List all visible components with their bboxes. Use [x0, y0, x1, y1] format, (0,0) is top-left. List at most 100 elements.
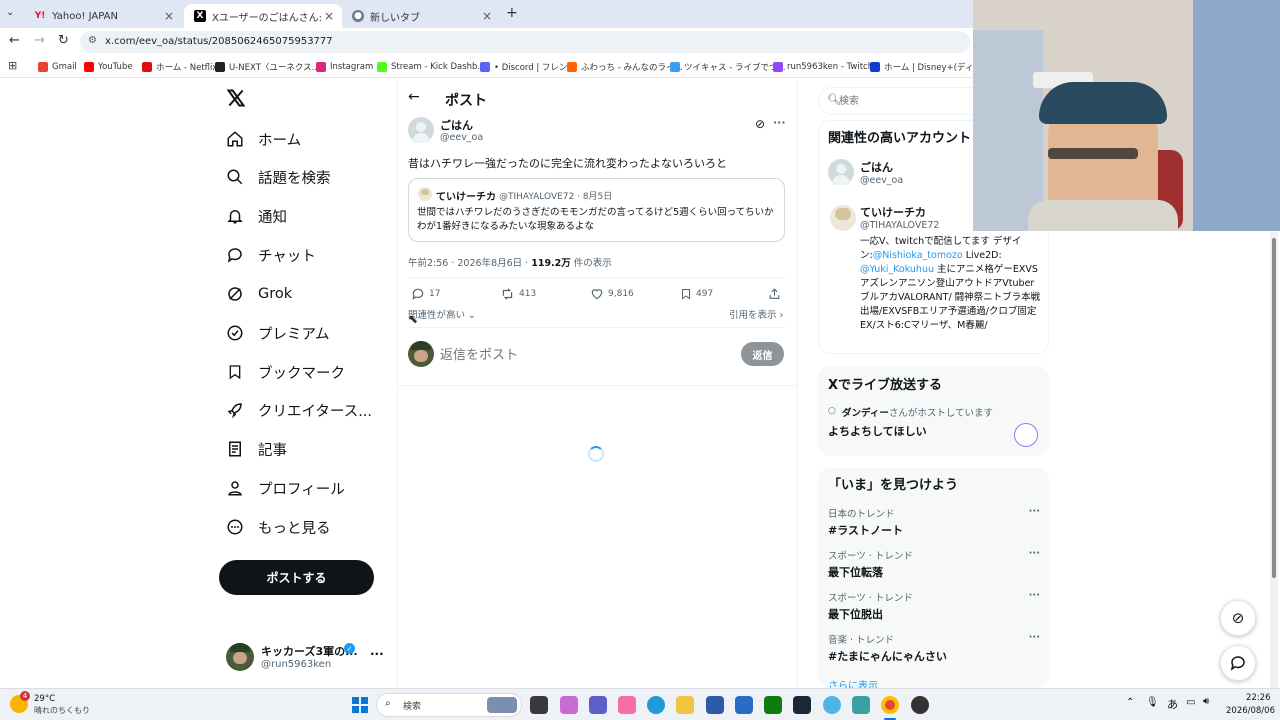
bio-mention-link[interactable]: @Nishioka_tomozo — [873, 250, 963, 261]
nav-item-7[interactable]: クリエイタース... — [224, 394, 372, 426]
app-icon[interactable] — [618, 696, 636, 714]
app-icon[interactable] — [852, 696, 870, 714]
sort-dropdown[interactable]: 関連性が高い ⌄ — [408, 307, 476, 321]
ime-indicator[interactable]: あ — [1167, 696, 1178, 712]
clock-date[interactable]: 2026/08/06 — [1226, 706, 1275, 716]
nav-item-9[interactable]: プロフィール — [224, 472, 345, 504]
microphone-icon[interactable]: 🎙︎ — [1146, 697, 1159, 708]
live-space-title[interactable]: よちよちしてほしい — [828, 423, 927, 439]
host-name[interactable]: ダンディー — [842, 408, 889, 419]
bookmark-item[interactable]: run5963ken - Twitch — [773, 60, 873, 74]
obs-icon[interactable] — [911, 696, 929, 714]
bookmark-item[interactable]: ホーム | Disney+(ディ... — [870, 60, 981, 74]
nav-item-3[interactable]: チャット — [224, 239, 316, 271]
scrollbar-thumb[interactable] — [1272, 238, 1276, 578]
reload-icon[interactable]: ↻ — [58, 33, 69, 48]
tab-new-tab[interactable]: ● 新しいタブ × — [342, 4, 500, 28]
steam-icon[interactable] — [793, 696, 811, 714]
tray-chevron-icon[interactable]: ⌃ — [1126, 697, 1134, 708]
teams-icon[interactable] — [589, 696, 607, 714]
clock-time[interactable]: 22:26 — [1246, 693, 1271, 703]
more-dots-icon[interactable]: ··· — [370, 647, 384, 661]
author-handle[interactable]: @eev_oa — [440, 132, 483, 143]
volume-icon[interactable]: 🔊︎ — [1203, 696, 1209, 707]
x-logo-icon[interactable] — [226, 88, 248, 110]
more-dots-icon[interactable]: ··· — [1029, 548, 1040, 559]
chat-float-button[interactable] — [1220, 645, 1256, 681]
nav-item-8[interactable]: 記事 — [224, 433, 287, 465]
more-dots-icon[interactable]: ··· — [1029, 506, 1040, 517]
tab-yahoo[interactable]: Y! Yahoo! JAPAN × — [24, 4, 182, 28]
app-icon[interactable] — [735, 696, 753, 714]
bookmark-item[interactable]: Gmail — [38, 60, 77, 74]
new-tab-button[interactable]: + — [506, 5, 518, 21]
close-icon[interactable]: × — [164, 9, 174, 23]
reply-input[interactable] — [440, 345, 730, 365]
account-switcher[interactable]: キッカーズ3軍の... ✓ @run5963ken ··· — [226, 641, 396, 675]
nav-item-6[interactable]: ブックマーク — [224, 356, 345, 388]
like-button[interactable]: 9,816 — [590, 287, 634, 301]
xbox-icon[interactable] — [764, 696, 782, 714]
bookmark-item[interactable]: U-NEXT〈ユーネクス... — [215, 60, 320, 74]
share-button[interactable] — [768, 287, 785, 301]
bookmark-item[interactable]: • Discord | フレンド — [480, 60, 576, 74]
bookmark-item[interactable]: ふわっち - みんなのライ... — [567, 60, 683, 74]
bookmark-item[interactable]: ツイキャス - ライブでつ... — [670, 60, 786, 74]
more-dots-icon[interactable]: ··· — [773, 116, 786, 129]
address-bar[interactable]: ⚙ x.com/eev_oa/status/208506246507595377… — [80, 31, 970, 53]
trend-item[interactable]: 音楽 · トレンド #たまにゃんにゃんさい ··· — [828, 632, 1040, 668]
quoted-post[interactable]: ていけーチカ @TIHAYALOVE72 · 8月5日 世間ではハチワレだのうさ… — [408, 178, 785, 242]
taskbar-search[interactable]: ⌕ 検索 — [376, 693, 522, 717]
store-icon[interactable] — [706, 696, 724, 714]
search-input[interactable] — [839, 93, 989, 109]
bookmark-item[interactable]: Instagram — [316, 60, 373, 74]
avatar[interactable] — [828, 159, 854, 185]
copilot-icon[interactable] — [560, 696, 578, 714]
nav-item-1[interactable]: 話題を検索 — [224, 161, 331, 193]
trend-item[interactable]: スポーツ · トレンド 最下位脱出 ··· — [828, 590, 1040, 626]
back-arrow-icon[interactable]: ← — [408, 89, 420, 105]
reply-button[interactable]: 返信 — [741, 342, 784, 366]
nav-item-0[interactable]: ホーム — [224, 123, 301, 155]
related-account-name[interactable]: ごはん — [860, 159, 893, 175]
more-dots-icon[interactable]: ··· — [1029, 590, 1040, 601]
app-icon[interactable] — [823, 696, 841, 714]
nav-item-5[interactable]: プレミアム — [224, 317, 330, 349]
nav-item-2[interactable]: 通知 — [224, 200, 287, 232]
trend-item[interactable]: 日本のトレンド #ラストノート ··· — [828, 506, 1040, 542]
task-view-icon[interactable] — [530, 696, 548, 714]
repost-button[interactable]: 413 — [500, 287, 536, 301]
view-quotes-link[interactable]: 引用を表示 › — [729, 307, 783, 321]
bookmark-button[interactable]: 497 — [680, 287, 713, 301]
avatar[interactable] — [1014, 423, 1038, 447]
scrollbar[interactable] — [1270, 232, 1278, 688]
bookmark-item[interactable]: YouTube — [84, 60, 133, 74]
more-dots-icon[interactable]: ··· — [1029, 632, 1040, 643]
tab-x-post[interactable]: X Xユーザーのごはんさん:「昔はハチワレ... × — [184, 4, 342, 28]
edge-icon[interactable] — [647, 696, 665, 714]
avatar[interactable] — [408, 117, 434, 143]
post-button[interactable]: ポストする — [219, 560, 374, 595]
nav-item-4[interactable]: Grok — [224, 278, 292, 310]
site-info-icon[interactable]: ⚙ — [88, 35, 97, 46]
close-icon[interactable]: × — [482, 9, 492, 23]
network-icon[interactable]: ▭ — [1186, 697, 1195, 708]
file-explorer-icon[interactable] — [676, 696, 694, 714]
apps-grid-icon[interactable]: ⊞ — [8, 59, 17, 72]
bio-mention-link[interactable]: @Yuki_Kokuhuu — [860, 264, 934, 275]
close-icon[interactable]: × — [324, 9, 334, 23]
chrome-icon[interactable] — [881, 696, 899, 714]
avatar[interactable] — [830, 205, 856, 231]
forward-icon[interactable]: → — [34, 33, 45, 48]
tab-list-chevron-icon[interactable]: ⌄ — [6, 7, 14, 18]
grok-float-button[interactable]: ⊘ — [1220, 600, 1256, 636]
reply-button[interactable]: 17 — [411, 287, 440, 301]
bookmark-item[interactable]: ホーム - Netflix — [142, 60, 217, 74]
grok-icon[interactable]: ⊘ — [755, 117, 765, 131]
author-name[interactable]: ごはん — [440, 117, 473, 133]
post-timestamp[interactable]: 午前2:56 · 2026年8月6日 · — [408, 258, 531, 269]
related-account-name[interactable]: ていけーチカ — [860, 204, 926, 220]
back-icon[interactable]: ← — [9, 33, 20, 48]
bookmark-item[interactable]: Stream - Kick Dashb... — [377, 60, 486, 74]
trend-item[interactable]: スポーツ · トレンド 最下位転落 ··· — [828, 548, 1040, 584]
